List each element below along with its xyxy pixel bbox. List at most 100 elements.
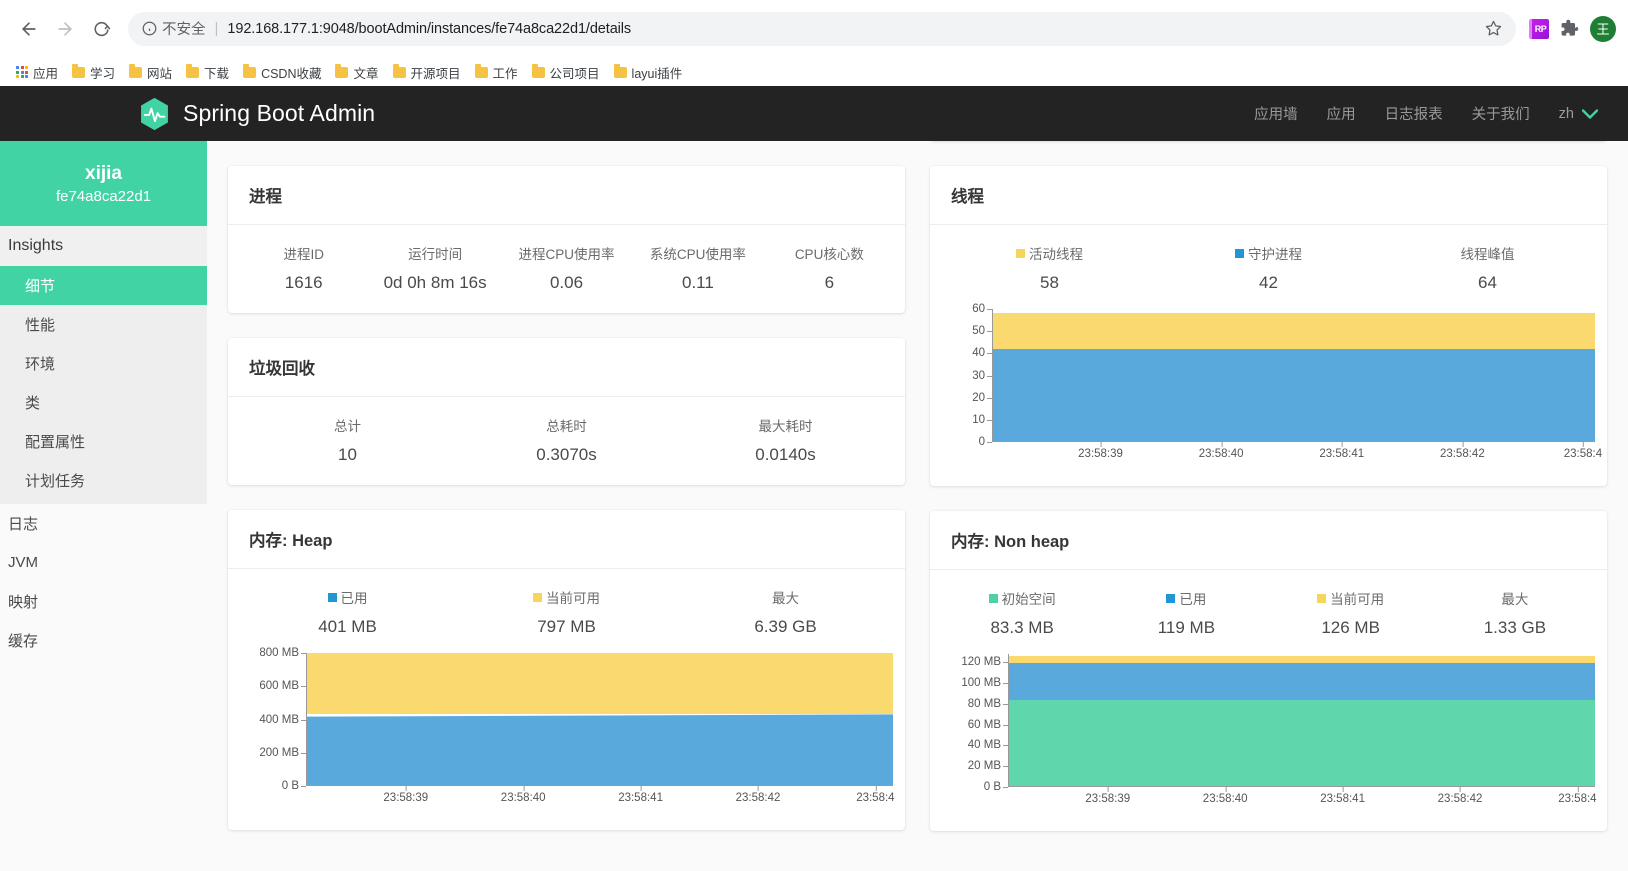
- y-tick: 50: [972, 325, 985, 337]
- metric-value: 0.3070s: [457, 445, 676, 465]
- y-tick: 800 MB: [259, 647, 299, 659]
- sidebar-item-cache[interactable]: 缓存: [0, 621, 207, 660]
- bookmark-label: 文章: [353, 63, 378, 82]
- bookmark-star-icon[interactable]: [1485, 20, 1502, 37]
- nonheap-card-title: 内存: Non heap: [930, 511, 1607, 570]
- heap-card-title: 内存: Heap: [228, 510, 905, 569]
- right-column: refreshScope UP 线程 活动线程: [930, 141, 1607, 831]
- metric-label: 进程CPU使用率: [501, 243, 632, 263]
- brand-title: Spring Boot Admin: [183, 100, 375, 127]
- sidebar-item-performance[interactable]: 性能: [0, 305, 207, 344]
- y-tick: 40: [972, 347, 985, 359]
- language-selector[interactable]: zh: [1559, 106, 1598, 122]
- metric-label: 最大: [1433, 588, 1597, 608]
- heap-series-used: [307, 714, 893, 785]
- bookmark-label: CSDN收藏: [261, 63, 321, 82]
- bookmark-folder-3[interactable]: 下载: [179, 61, 236, 84]
- bookmark-label: 公司项目: [550, 63, 600, 82]
- nonheap-card-body: 初始空间 83.3 MB 已用 119 MB: [930, 570, 1607, 831]
- site-info-icon[interactable]: [142, 21, 157, 36]
- metric-value: 58: [940, 273, 1159, 293]
- heap-metrics: 已用 401 MB 当前可用 797 MB: [238, 587, 895, 637]
- legend-swatch-init: [989, 594, 998, 603]
- sidebar-item-config-props[interactable]: 配置属性: [0, 422, 207, 461]
- sidebar-item-details[interactable]: 细节: [0, 266, 207, 305]
- instance-name: xijia: [85, 163, 122, 185]
- bookmark-apps[interactable]: 应用: [9, 61, 65, 84]
- folder-icon: [129, 67, 142, 78]
- x-tick: 23:58:39: [1085, 793, 1130, 805]
- metric-heap-available: 当前可用 797 MB: [457, 587, 676, 637]
- nonheap-chart-x-axis: 23:58:39 23:58:40 23:58:41 23:58:42 23:5…: [1008, 787, 1595, 811]
- extension-rp-icon[interactable]: RP: [1529, 19, 1549, 39]
- bookmark-folder-6[interactable]: 开源项目: [386, 61, 468, 84]
- folder-icon: [393, 67, 406, 78]
- sidebar-item-jvm[interactable]: JVM: [0, 543, 207, 582]
- cards-grid: 进程 进程ID 1616 运行时间 0d 0h 8m 16s: [207, 141, 1628, 831]
- sidebar-item-scheduled-tasks[interactable]: 计划任务: [0, 461, 207, 500]
- sidebar-item-mappings[interactable]: 映射: [0, 582, 207, 621]
- bookmark-folder-5[interactable]: 文章: [328, 61, 385, 84]
- back-button[interactable]: [12, 12, 46, 46]
- folder-icon: [186, 67, 199, 78]
- bookmark-folder-8[interactable]: 公司项目: [525, 61, 607, 84]
- x-tick: 23:58:39: [1078, 448, 1123, 460]
- avatar[interactable]: 王: [1590, 16, 1616, 42]
- metric-label-text: 当前可用: [546, 587, 600, 607]
- folder-icon: [72, 67, 85, 78]
- bookmark-folder-1[interactable]: 学习: [65, 61, 122, 84]
- language-label: zh: [1559, 106, 1574, 122]
- bookmark-folder-4[interactable]: CSDN收藏: [236, 61, 328, 84]
- address-bar[interactable]: 不安全 | 192.168.177.1:9048/bootAdmin/insta…: [128, 12, 1516, 46]
- sidebar: xijia fe74a8ca22d1 Insights 细节 性能 环境 类 配…: [0, 141, 207, 871]
- folder-icon: [335, 67, 348, 78]
- instance-id: fe74a8ca22d1: [56, 188, 151, 205]
- process-card-body: 进程ID 1616 运行时间 0d 0h 8m 16s 进程CPU使用率 0.0…: [228, 225, 905, 313]
- heap-chart-x-axis: 23:58:39 23:58:40 23:58:41 23:58:42 23:5…: [306, 786, 893, 810]
- y-tick: 30: [972, 370, 985, 382]
- sidebar-item-environment[interactable]: 环境: [0, 344, 207, 383]
- sidebar-item-logs[interactable]: 日志: [0, 504, 207, 543]
- nav-item-about[interactable]: 关于我们: [1472, 103, 1530, 124]
- nav-item-journal[interactable]: 日志报表: [1385, 103, 1443, 124]
- sidebar-item-classes[interactable]: 类: [0, 383, 207, 422]
- legend-swatch-available: [533, 593, 542, 602]
- bookmark-folder-7[interactable]: 工作: [468, 61, 525, 84]
- nonheap-chart-y-axis: 120 MB 100 MB 80 MB 60 MB 40 MB 20 MB 0 …: [940, 654, 1008, 787]
- nav-item-applications[interactable]: 应用: [1327, 103, 1356, 124]
- y-tick: 400 MB: [259, 714, 299, 726]
- forward-button[interactable]: [48, 12, 82, 46]
- y-tick: 20: [972, 392, 985, 404]
- heap-memory-card: 内存: Heap 已用 401 MB: [228, 510, 905, 830]
- forward-arrow-icon: [55, 19, 75, 39]
- legend-swatch-available: [1317, 594, 1326, 603]
- threads-chart: 60 50 40 30 20 10 0: [940, 309, 1597, 466]
- nonheap-series-available: [1009, 656, 1595, 663]
- heap-chart-plot: [306, 653, 893, 786]
- threads-card-title: 线程: [930, 166, 1607, 225]
- y-tick: 0 B: [282, 780, 299, 792]
- reload-button[interactable]: [84, 12, 118, 46]
- bookmark-folder-9[interactable]: layui插件: [607, 61, 690, 84]
- nav-item-app-wall[interactable]: 应用墙: [1254, 103, 1298, 124]
- nonheap-chart-plot: [1008, 654, 1595, 787]
- metric-value: 0.0140s: [676, 445, 895, 465]
- bookmark-folder-2[interactable]: 网站: [122, 61, 179, 84]
- metric-label: 运行时间: [369, 243, 500, 263]
- x-tick: 23:58:41: [618, 792, 663, 804]
- metric-gc-count: 总计 10: [238, 415, 457, 465]
- back-arrow-icon: [19, 19, 39, 39]
- bookmark-label: 学习: [90, 63, 115, 82]
- metric-live-threads: 活动线程 58: [940, 243, 1159, 293]
- puzzle-piece-icon[interactable]: [1560, 19, 1579, 38]
- browser-chrome: 不安全 | 192.168.177.1:9048/bootAdmin/insta…: [0, 0, 1628, 58]
- metric-label: 进程ID: [238, 243, 369, 263]
- brand[interactable]: Spring Boot Admin: [139, 97, 375, 131]
- x-tick: 23:58:42: [736, 792, 781, 804]
- metric-label: 线程峰值: [1378, 243, 1597, 263]
- browser-nav-buttons: [12, 12, 118, 46]
- metric-value: 10: [238, 445, 457, 465]
- metric-nonheap-used: 已用 119 MB: [1104, 588, 1268, 638]
- apps-grid-icon: [16, 66, 28, 78]
- heap-series-available: [307, 653, 893, 714]
